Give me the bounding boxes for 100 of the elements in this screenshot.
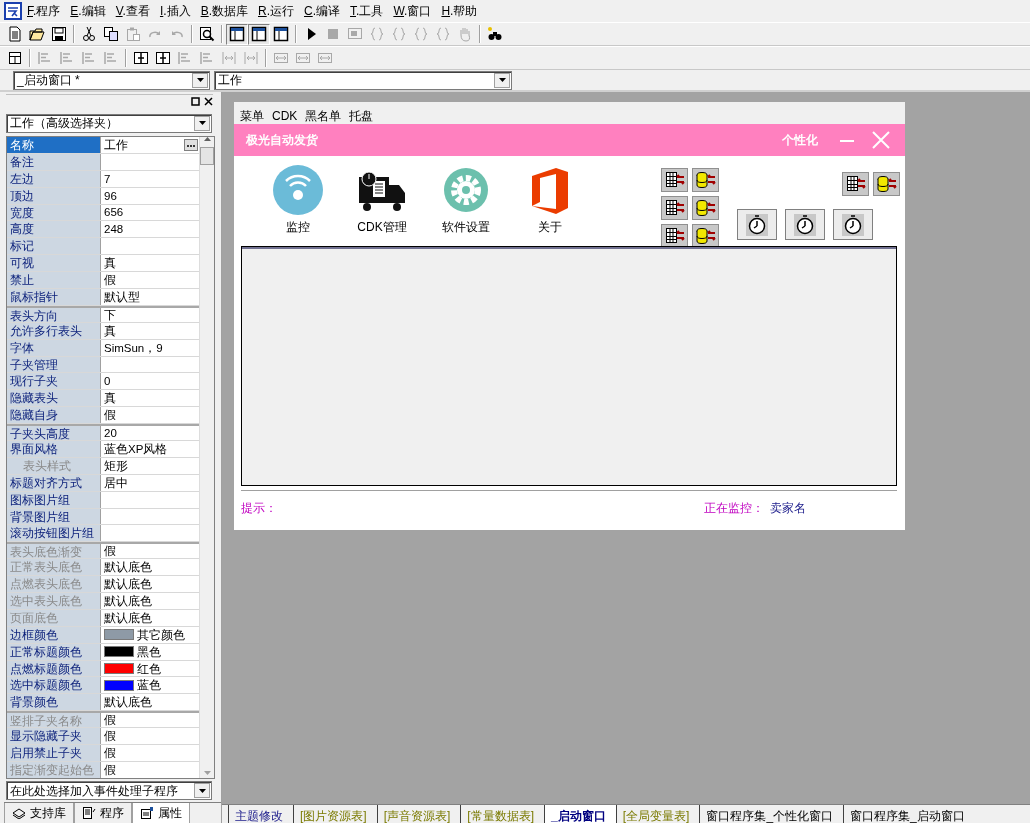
form-menu-item[interactable]: CDK (272, 107, 298, 124)
menu-item[interactable]: I.插入 (154, 2, 196, 20)
property-value[interactable]: 假 (101, 407, 199, 424)
event-selector[interactable]: 在此处选择加入事件处理子程序 (6, 781, 212, 800)
property-name[interactable]: 子夹头高度 (7, 426, 101, 440)
property-value[interactable]: 蓝色 (101, 677, 199, 694)
database-arrows-icon (695, 198, 716, 218)
property-value[interactable]: 20 (101, 426, 199, 440)
menu-item[interactable]: W.窗口 (388, 2, 437, 20)
form-title: 极光自动发货 (246, 132, 318, 149)
property-value[interactable]: 红色 (101, 660, 199, 677)
control-selector[interactable]: 工作 (214, 70, 512, 90)
table-component[interactable] (661, 196, 688, 220)
table-component[interactable] (661, 168, 688, 192)
menu-item[interactable]: C.编译 (299, 2, 346, 20)
property-value[interactable]: 假 (101, 272, 199, 288)
database-component[interactable] (692, 196, 719, 220)
component-selector[interactable]: 工作（高级选择夹） (6, 113, 212, 133)
form-menu-item[interactable]: 托盘 (349, 107, 374, 124)
document-tab[interactable]: [全局变量表] (615, 805, 700, 823)
property-value[interactable]: 假 (101, 728, 199, 744)
database-component[interactable] (873, 172, 900, 196)
property-name[interactable]: 禁止 (7, 272, 101, 288)
stop-icon (325, 26, 341, 42)
form-menu-item[interactable]: 黑名单 (305, 107, 342, 124)
window-icon (347, 26, 363, 42)
panel-layout-button[interactable] (226, 23, 248, 45)
timer-component[interactable] (785, 209, 825, 240)
form-menu-item[interactable]: 菜单 (240, 107, 264, 124)
property-name[interactable]: 滚动按钮图片组 (7, 525, 101, 542)
property-value[interactable]: 0 (101, 373, 199, 390)
property-name[interactable]: 可视 (7, 255, 101, 272)
menu-item[interactable]: E.编辑 (65, 2, 111, 20)
panel-layout-button[interactable] (248, 23, 270, 45)
scissors-icon (81, 26, 97, 42)
table-component[interactable] (661, 224, 688, 248)
property-value[interactable]: 真 (101, 322, 199, 339)
property-value[interactable]: 真 (101, 390, 199, 407)
property-name[interactable]: 表头方向 (7, 307, 101, 322)
property-value[interactable]: 96 (101, 187, 199, 204)
property-value[interactable]: 蓝色XP风格 (101, 441, 199, 457)
property-name[interactable]: 现行子夹 (7, 373, 101, 390)
database-component[interactable] (692, 168, 719, 192)
property-value[interactable]: 下 (101, 307, 199, 322)
tool-button[interactable]: 监控 (264, 162, 332, 246)
property-value[interactable]: 真 (101, 255, 199, 272)
property-name[interactable]: 隐藏表头 (7, 390, 101, 407)
menu-item[interactable]: F.程序 (22, 2, 66, 20)
document-tab[interactable]: [图片资源表] (293, 805, 377, 823)
scroll-down-icon (203, 771, 211, 775)
menu-item[interactable]: H.帮助 (436, 2, 483, 20)
property-value[interactable]: 工作 (101, 136, 199, 153)
panel-tab[interactable]: 属性 (132, 803, 190, 823)
property-name[interactable]: 隐藏自身 (7, 407, 101, 424)
document-tab[interactable]: 窗口程序集_个性化窗口 (699, 805, 844, 823)
menu-item[interactable]: V.查看 (110, 2, 155, 20)
braces-icon (413, 26, 429, 42)
document-tab[interactable]: _启动窗口 (544, 805, 616, 823)
braces-icon (435, 26, 451, 42)
menu-item[interactable]: T.工具 (345, 2, 389, 20)
database-component[interactable] (692, 224, 719, 248)
property-value[interactable]: 656 (101, 204, 199, 221)
timer-component[interactable] (737, 209, 777, 240)
property-value[interactable]: 黑色 (101, 643, 199, 660)
folder-icon (29, 26, 45, 42)
clipboard-icon (125, 26, 141, 42)
ellipsis-button[interactable] (184, 138, 198, 151)
document-tab[interactable]: 主题修改 (228, 805, 293, 823)
tool-button[interactable]: CDK管理 (348, 162, 416, 246)
braces-icon (369, 26, 385, 42)
property-value[interactable]: 其它颜色 (101, 626, 199, 643)
property-value[interactable]: 居中 (101, 474, 199, 491)
property-name[interactable]: 背景颜色 (7, 694, 101, 711)
property-value[interactable]: 7 (101, 170, 199, 187)
property-name[interactable]: 标记 (7, 238, 101, 255)
document-tab[interactable]: 窗口程序集_启动窗口 (843, 805, 975, 823)
database-arrows-icon (876, 174, 897, 194)
table-component[interactable] (842, 172, 869, 196)
property-name[interactable]: 高度 (7, 221, 101, 238)
gear-icon (444, 168, 488, 212)
tool-button[interactable]: 关于 (516, 162, 584, 246)
property-value[interactable]: 248 (101, 221, 199, 238)
timer-component[interactable] (833, 209, 873, 240)
close-icon (872, 131, 890, 150)
property-name[interactable]: 显示隐藏子夹 (7, 728, 101, 744)
panel-tab[interactable]: 支持库 (4, 803, 74, 823)
property-value[interactable]: 默认型 (101, 288, 199, 305)
property-value[interactable]: 假 (101, 745, 199, 761)
property-value[interactable]: 默认底色 (101, 694, 199, 711)
tool-button[interactable]: 软件设置 (432, 162, 500, 246)
property-name[interactable]: 选中标题颜色 (7, 677, 101, 694)
property-name[interactable]: 名称 (7, 136, 101, 153)
menu-item[interactable]: B.数据库 (195, 2, 253, 20)
window-selector[interactable]: _启动窗口 * (13, 70, 210, 90)
wifi-disc-icon (273, 165, 323, 215)
document-tab[interactable]: [声音资源表] (376, 805, 461, 823)
scrollbar-thumb[interactable] (200, 146, 214, 165)
property-value[interactable]: SimSun，9 (101, 339, 199, 356)
property-name[interactable]: 启用禁止子夹 (7, 745, 101, 761)
menu-item[interactable]: R.运行 (253, 2, 299, 20)
